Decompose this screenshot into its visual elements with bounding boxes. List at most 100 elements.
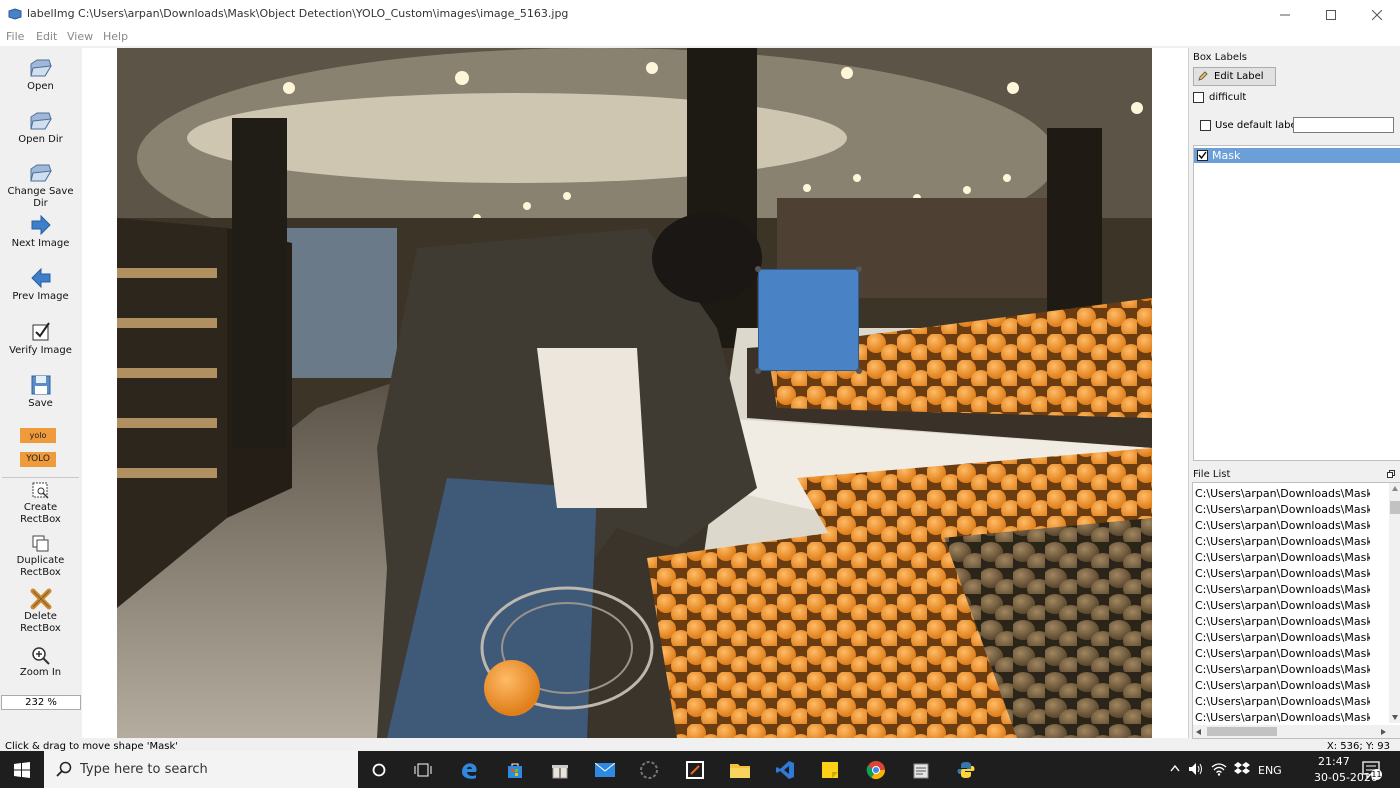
- folder-icon: [730, 764, 750, 778]
- file-list-hscroll-thumb[interactable]: [1207, 727, 1277, 736]
- scroll-left-icon[interactable]: [1196, 729, 1201, 735]
- default-label-input[interactable]: [1293, 117, 1394, 133]
- file-list-item[interactable]: C:\Users\arpan\Downloads\Mask\Obje: [1195, 503, 1370, 516]
- scroll-down-icon[interactable]: [1392, 715, 1398, 720]
- bbox-handle-top-right[interactable]: [856, 266, 862, 272]
- bbox-handle-top-left[interactable]: [755, 266, 761, 272]
- menu-edit[interactable]: Edit: [36, 30, 57, 43]
- visual-studio-button[interactable]: [774, 759, 796, 781]
- file-list-item[interactable]: C:\Users\arpan\Downloads\Mask\Obje: [1195, 487, 1370, 500]
- wifi-button[interactable]: [1211, 762, 1227, 779]
- file-list-item[interactable]: C:\Users\arpan\Downloads\Mask\Obje: [1195, 647, 1370, 660]
- edge-browser-button[interactable]: [458, 759, 480, 781]
- clock-time[interactable]: 21:47: [1318, 755, 1350, 768]
- delete-rectbox-button[interactable]: Delete RectBox: [0, 588, 81, 635]
- mail-button[interactable]: [594, 759, 616, 781]
- difficult-checkbox[interactable]: [1193, 92, 1204, 103]
- cortana-button[interactable]: [368, 759, 390, 781]
- file-list[interactable]: C:\Users\arpan\Downloads\Mask\Obje C:\Use…: [1192, 482, 1400, 739]
- loading-app-button[interactable]: [638, 759, 660, 781]
- volume-button[interactable]: [1188, 762, 1204, 779]
- file-list-item[interactable]: C:\Users\arpan\Downloads\Mask\Obje: [1195, 695, 1370, 708]
- menu-file[interactable]: File: [6, 30, 24, 43]
- zoom-spinbox[interactable]: 232 %: [1, 695, 81, 710]
- edit-pencil-icon: [1198, 71, 1208, 81]
- action-center-button[interactable]: 11: [1362, 760, 1382, 780]
- format-yolo-button[interactable]: yolo: [20, 428, 56, 443]
- close-button[interactable]: [1354, 0, 1400, 29]
- minimize-button[interactable]: [1262, 0, 1308, 29]
- float-dock-icon[interactable]: [1387, 470, 1395, 478]
- file-list-item[interactable]: C:\Users\arpan\Downloads\Mask\Obje: [1195, 599, 1370, 612]
- dropbox-button[interactable]: [1234, 761, 1250, 778]
- file-list-item[interactable]: C:\Users\arpan\Downloads\Mask\Obje: [1195, 519, 1370, 532]
- python-app-button[interactable]: [955, 759, 977, 781]
- label-item-mask[interactable]: Mask: [1194, 148, 1400, 163]
- file-explorer-button[interactable]: [729, 759, 751, 781]
- folder-open-icon: [29, 112, 52, 130]
- edit-label-text: Edit Label: [1214, 71, 1264, 82]
- edit-label-button[interactable]: Edit Label: [1193, 67, 1276, 86]
- task-view-button[interactable]: [412, 759, 434, 781]
- verify-image-button[interactable]: Verify Image: [0, 320, 81, 357]
- maximize-button[interactable]: [1308, 0, 1354, 29]
- gift-app-button[interactable]: [549, 759, 571, 781]
- taskbar-search-box[interactable]: Type here to search: [44, 751, 358, 788]
- delete-rectbox-label-line1: Delete: [24, 611, 57, 622]
- file-list-item[interactable]: C:\Users\arpan\Downloads\Mask\Obje: [1195, 711, 1370, 724]
- file-list-item[interactable]: C:\Users\arpan\Downloads\Mask\Obje: [1195, 663, 1370, 676]
- show-hidden-icons-button[interactable]: [1170, 762, 1180, 775]
- bounding-box-mask[interactable]: [755, 266, 862, 374]
- file-list-item[interactable]: C:\Users\arpan\Downloads\Mask\Obje: [1195, 679, 1370, 692]
- file-list-item[interactable]: C:\Users\arpan\Downloads\Mask\Obje: [1195, 551, 1370, 564]
- supermarket-photo: [117, 48, 1152, 738]
- format-yolo-badge[interactable]: YOLO: [20, 452, 56, 467]
- file-list-item[interactable]: C:\Users\arpan\Downloads\Mask\Obje: [1195, 615, 1370, 628]
- file-list-horizontal-scrollbar[interactable]: [1193, 725, 1400, 738]
- duplicate-rectbox-button[interactable]: Duplicate RectBox: [0, 534, 81, 579]
- store-bag-icon: [508, 763, 522, 778]
- open-dir-button[interactable]: Open Dir: [0, 109, 81, 146]
- minimize-icon: [1280, 14, 1290, 15]
- sticky-notes-button[interactable]: [819, 759, 841, 781]
- verify-image-label: Verify Image: [9, 345, 72, 356]
- save-button[interactable]: Save: [0, 373, 81, 410]
- bbox-handle-bottom-left[interactable]: [755, 368, 761, 374]
- create-rectbox-label-line1: Create: [23, 502, 58, 513]
- scroll-right-icon[interactable]: [1381, 729, 1386, 735]
- file-list-scroll-thumb[interactable]: [1390, 501, 1400, 514]
- next-image-label: Next Image: [11, 238, 70, 249]
- chrome-button[interactable]: [865, 759, 887, 781]
- duplicate-rectbox-label-line2: RectBox: [20, 567, 61, 578]
- input-language[interactable]: ENG: [1258, 764, 1282, 777]
- file-list-item[interactable]: C:\Users\arpan\Downloads\Mask\Obje: [1195, 567, 1370, 580]
- snip-tool-button[interactable]: [684, 759, 706, 781]
- create-rectbox-icon: [32, 482, 49, 499]
- start-button[interactable]: [0, 751, 44, 788]
- notepad-button[interactable]: [910, 759, 932, 781]
- store-button[interactable]: [504, 759, 526, 781]
- create-rectbox-button[interactable]: Create RectBox: [0, 481, 81, 526]
- use-default-label-checkbox[interactable]: [1200, 120, 1211, 131]
- zoom-in-button[interactable]: Zoom In: [0, 646, 81, 679]
- file-list-item[interactable]: C:\Users\arpan\Downloads\Mask\Obje: [1195, 583, 1370, 596]
- menu-help[interactable]: Help: [103, 30, 128, 43]
- label-mask-checkbox[interactable]: [1197, 150, 1208, 161]
- scroll-up-icon[interactable]: [1392, 486, 1398, 491]
- bbox-handle-bottom-right[interactable]: [856, 368, 862, 374]
- checkbox-check-icon: [32, 322, 50, 341]
- label-list[interactable]: Mask: [1193, 145, 1400, 461]
- file-list-vertical-scrollbar[interactable]: [1389, 483, 1400, 723]
- next-image-button[interactable]: Next Image: [0, 213, 81, 250]
- prev-image-label: Prev Image: [12, 291, 69, 302]
- file-list-item[interactable]: C:\Users\arpan\Downloads\Mask\Obje: [1195, 535, 1370, 548]
- file-list-item[interactable]: C:\Users\arpan\Downloads\Mask\Obje: [1195, 631, 1370, 644]
- open-button[interactable]: Open: [0, 56, 81, 93]
- image-canvas[interactable]: [82, 48, 1188, 738]
- change-save-dir-button[interactable]: Change Save Dir: [0, 161, 81, 210]
- menu-bar: File Edit View Help: [0, 29, 1400, 46]
- snip-icon: [686, 761, 704, 779]
- arrow-right-icon: [31, 214, 51, 236]
- prev-image-button[interactable]: Prev Image: [0, 266, 81, 303]
- menu-view[interactable]: View: [67, 30, 93, 43]
